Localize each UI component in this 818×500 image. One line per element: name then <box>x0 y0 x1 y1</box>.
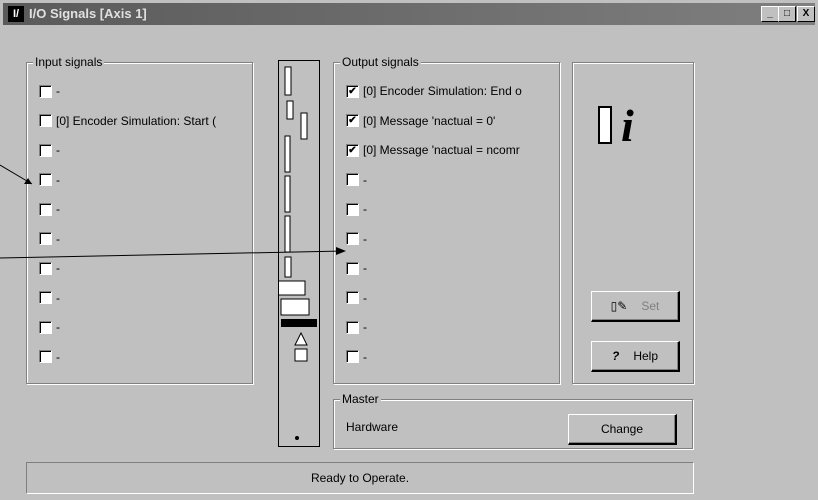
minimize-button[interactable]: _ <box>761 6 779 22</box>
signal-checkbox[interactable] <box>39 84 52 98</box>
signal-row[interactable]: - <box>39 290 60 306</box>
master-group: Master Hardware Change <box>333 392 693 449</box>
help-label: Help <box>633 349 659 363</box>
signal-checkbox[interactable] <box>346 261 359 275</box>
signal-row[interactable]: - <box>39 142 60 158</box>
signal-checkbox[interactable] <box>39 143 52 157</box>
signal-row[interactable]: [0] Encoder Simulation: Start ( <box>39 113 216 129</box>
master-title: Master <box>340 392 381 406</box>
signal-checkbox[interactable] <box>39 261 52 275</box>
master-value: Hardware <box>346 420 399 434</box>
signal-label: [0] Message 'nactual = ncomr <box>363 143 520 157</box>
signal-label: - <box>56 231 60 246</box>
signal-label: - <box>56 261 60 275</box>
title-bar[interactable]: I/ I/O Signals [Axis 1] _ □ X <box>3 3 815 25</box>
signal-row[interactable]: - <box>346 290 367 306</box>
signal-label: - <box>56 349 60 364</box>
signal-row[interactable]: - <box>39 172 60 188</box>
signal-checkbox[interactable]: ✔ <box>346 143 359 157</box>
info-panel: i ▯✎ Set ? Help <box>572 62 694 384</box>
signal-label: - <box>363 172 367 187</box>
help-button[interactable]: ? Help <box>591 341 680 372</box>
signal-label: - <box>56 202 60 216</box>
set-button[interactable]: ▯✎ Set <box>591 291 680 322</box>
signal-checkbox[interactable] <box>39 291 52 304</box>
signal-checkbox[interactable] <box>346 320 359 334</box>
signal-checkbox[interactable] <box>39 232 52 245</box>
signal-label: - <box>56 84 60 98</box>
signal-row[interactable]: - <box>346 231 367 247</box>
signal-label: - <box>363 290 367 305</box>
signal-checkbox[interactable] <box>346 232 359 245</box>
maximize-button[interactable]: □ <box>778 6 796 22</box>
set-icon: ▯✎ <box>610 299 628 313</box>
signal-row[interactable]: - <box>39 319 60 335</box>
signal-row[interactable]: ✔ [0] Message 'nactual = ncomr <box>346 142 520 158</box>
drive-module-illustration <box>264 60 320 447</box>
signal-checkbox[interactable] <box>39 320 52 334</box>
input-signals-group: Input signals - [0] Encoder Simulation: S… <box>26 55 253 384</box>
signal-row[interactable]: - <box>39 349 60 365</box>
signal-label: [0] Message 'nactual = 0' <box>363 113 496 128</box>
signal-label: - <box>56 320 60 334</box>
signal-checkbox[interactable] <box>39 202 52 216</box>
signal-label: - <box>363 349 367 364</box>
change-label: Change <box>600 422 644 436</box>
signal-label: - <box>56 172 60 187</box>
signal-row[interactable]: - <box>39 260 60 276</box>
signal-row[interactable]: - <box>39 83 60 99</box>
signal-checkbox[interactable]: ✔ <box>346 114 359 127</box>
io-signals-window: I/ I/O Signals [Axis 1] _ □ X Input sign… <box>0 0 818 500</box>
signal-checkbox[interactable] <box>346 202 359 216</box>
signal-label: - <box>56 290 60 305</box>
set-label: Set <box>641 299 660 313</box>
output-signals-title: Output signals <box>340 55 421 69</box>
signal-row[interactable]: - <box>346 349 367 365</box>
status-bar: Ready to Operate. <box>26 462 694 494</box>
signal-row[interactable]: ✔ [0] Encoder Simulation: End o <box>346 83 522 99</box>
output-signals-group: Output signals ✔ [0] Encoder Simulation: … <box>333 55 560 384</box>
signal-row[interactable]: - <box>346 172 367 188</box>
signal-label: - <box>363 320 367 334</box>
signal-row[interactable]: - <box>39 231 60 247</box>
signal-row[interactable]: - <box>346 260 367 276</box>
signal-label: - <box>363 202 367 216</box>
signal-label: - <box>56 143 60 157</box>
signal-checkbox[interactable] <box>39 114 52 127</box>
signal-checkbox[interactable] <box>346 173 359 186</box>
signal-checkbox[interactable] <box>346 291 359 304</box>
close-button[interactable]: X <box>797 6 815 22</box>
signal-label: [0] Encoder Simulation: End o <box>363 84 522 98</box>
signal-label: - <box>363 261 367 275</box>
signal-checkbox[interactable] <box>39 173 52 186</box>
drive-module-icon <box>264 66 317 440</box>
status-text: Ready to Operate. <box>310 471 410 485</box>
help-icon: ? <box>611 349 620 363</box>
change-button[interactable]: Change <box>568 414 677 445</box>
signal-row[interactable]: - <box>39 201 60 217</box>
signal-row[interactable]: - <box>346 201 367 217</box>
svg-text:i: i <box>621 100 634 151</box>
input-signals-title: Input signals <box>33 55 105 69</box>
app-icon: I/ <box>8 6 24 22</box>
signal-checkbox[interactable] <box>346 350 359 363</box>
signal-label: [0] Encoder Simulation: Start ( <box>56 113 217 128</box>
signal-checkbox[interactable] <box>39 350 52 363</box>
signal-row[interactable]: - <box>346 319 367 335</box>
drive-info-icon: i <box>598 100 634 151</box>
signal-checkbox[interactable]: ✔ <box>346 84 359 98</box>
window-title: I/O Signals [Axis 1] <box>29 6 147 21</box>
signal-row[interactable]: ✔ [0] Message 'nactual = 0' <box>346 113 495 129</box>
signal-label: - <box>363 231 367 246</box>
